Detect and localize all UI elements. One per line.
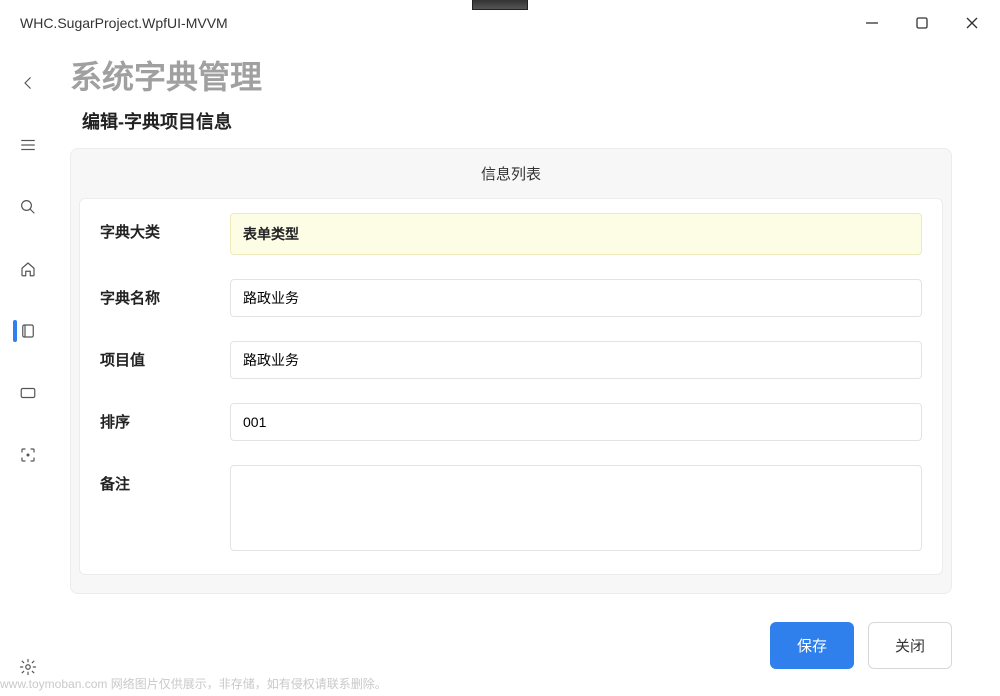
menu-icon[interactable] — [9, 128, 47, 162]
back-icon[interactable] — [9, 66, 47, 100]
button-row: 保存 关闭 — [70, 622, 952, 669]
search-icon[interactable] — [9, 190, 47, 224]
label-category: 字典大类 — [100, 213, 230, 242]
row-category: 字典大类 表单类型 — [100, 213, 922, 255]
row-remark: 备注 — [100, 465, 922, 556]
field-category-display: 表单类型 — [230, 213, 922, 255]
window-controls — [858, 9, 986, 37]
label-remark: 备注 — [100, 465, 230, 494]
form-card: 信息列表 字典大类 表单类型 字典名称 项目值 — [70, 148, 952, 594]
row-name: 字典名称 — [100, 279, 922, 317]
form-inner: 字典大类 表单类型 字典名称 项目值 — [79, 198, 943, 575]
content-area: 系统字典管理 编辑-字典项目信息 信息列表 字典大类 表单类型 字典名称 — [56, 46, 1000, 696]
panel-icon[interactable] — [9, 376, 47, 410]
input-name[interactable] — [230, 279, 922, 317]
page-subtitle: 编辑-字典项目信息 — [82, 108, 952, 134]
dictionary-icon[interactable] — [9, 314, 47, 348]
sidebar — [0, 46, 56, 696]
row-sort: 排序 — [100, 403, 922, 441]
home-icon[interactable] — [9, 252, 47, 286]
form-card-header: 信息列表 — [71, 149, 951, 198]
window-grip[interactable] — [472, 0, 528, 10]
maximize-button[interactable] — [908, 9, 936, 37]
input-sort[interactable] — [230, 403, 922, 441]
save-button[interactable]: 保存 — [770, 622, 854, 669]
close-button[interactable] — [958, 9, 986, 37]
window-title: WHC.SugarProject.WpfUI-MVVM — [20, 15, 228, 31]
row-item-value: 项目值 — [100, 341, 922, 379]
label-sort: 排序 — [100, 403, 230, 432]
titlebar: WHC.SugarProject.WpfUI-MVVM — [0, 0, 1000, 46]
close-form-button[interactable]: 关闭 — [868, 622, 952, 669]
textarea-remark[interactable] — [230, 465, 922, 551]
label-item-value: 项目值 — [100, 341, 230, 370]
page-title: 系统字典管理 — [70, 52, 952, 98]
footer-watermark: www.toymoban.com 网络图片仅供展示，非存储，如有侵权请联系删除。 — [0, 675, 387, 692]
minimize-button[interactable] — [858, 9, 886, 37]
input-item-value[interactable] — [230, 341, 922, 379]
scan-icon[interactable] — [9, 438, 47, 472]
label-name: 字典名称 — [100, 279, 230, 308]
